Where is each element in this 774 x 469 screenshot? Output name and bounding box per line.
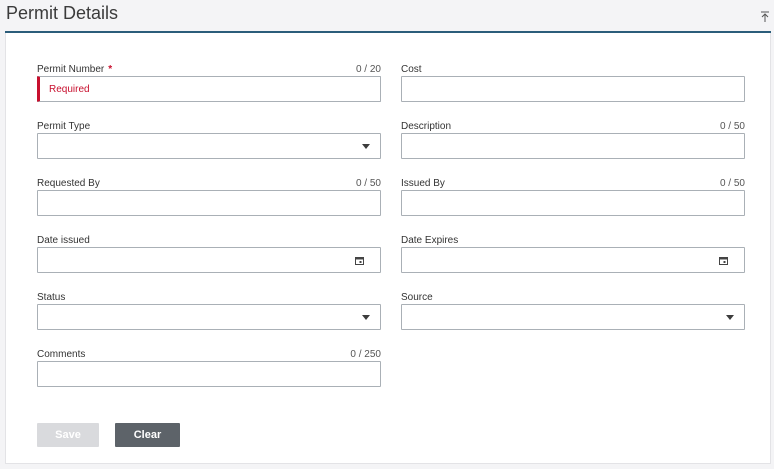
chevron-down-icon[interactable] [362,315,370,320]
required-marker: * [108,64,113,75]
permit-number-error: Required [49,84,90,95]
issued-by-input[interactable] [401,190,745,216]
permit-number-label: Permit Number * [37,64,112,75]
page-title: Permit Details [6,3,119,23]
issued-by-counter: 0 / 50 [719,178,745,189]
section-header: Permit Details [0,0,774,32]
source-label: Source [401,292,433,303]
description-input[interactable] [401,133,745,159]
comments-counter: 0 / 250 [350,349,381,360]
save-button[interactable]: Save [37,423,99,447]
comments-input[interactable] [37,361,381,387]
calendar-icon[interactable] [719,256,728,265]
description-label: Description [401,121,452,132]
date-issued-label: Date issued [37,235,90,246]
permit-number-counter: 0 / 20 [355,64,381,75]
clear-button[interactable]: Clear [115,423,180,447]
requested-by-input[interactable] [37,190,381,216]
issued-by-label: Issued By [401,178,445,189]
calendar-icon[interactable] [355,256,364,265]
cost-input[interactable] [401,76,745,102]
permit-type-label: Permit Type [37,121,91,132]
collapse-up-icon[interactable] [760,11,770,23]
source-select[interactable] [401,304,745,330]
chevron-down-icon[interactable] [726,315,734,320]
permit-type-select[interactable] [37,133,381,159]
requested-by-counter: 0 / 50 [355,178,381,189]
requested-by-label: Requested By [37,178,100,189]
cost-label: Cost [401,64,422,75]
chevron-down-icon[interactable] [362,144,370,149]
form-card: Permit Number * 0 / 20 Required Cost Perm… [5,33,771,464]
permit-number-input[interactable]: Required [37,76,381,102]
comments-label: Comments [37,349,86,360]
status-select[interactable] [37,304,381,330]
description-counter: 0 / 50 [719,121,745,132]
date-expires-label: Date Expires [401,235,459,246]
permit-details-page: Permit Details Permit Number * 0 / 20 Req… [0,0,774,469]
status-label: Status [37,292,66,303]
permit-number-label-text: Permit Number [37,64,105,75]
date-expires-input[interactable] [401,247,745,273]
date-issued-input[interactable] [37,247,381,273]
